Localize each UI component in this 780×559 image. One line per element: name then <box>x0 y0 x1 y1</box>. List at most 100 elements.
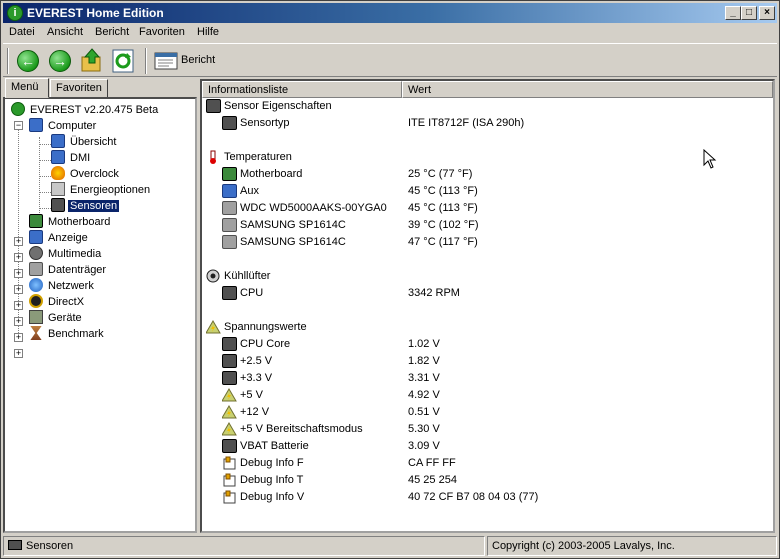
computer-expander[interactable]: − <box>14 121 23 130</box>
geraete-expander[interactable]: + <box>14 333 23 342</box>
menu-ansicht[interactable]: Ansicht <box>47 26 83 38</box>
forward-arrow-icon: → <box>49 50 71 72</box>
tree-item-multimedia[interactable]: Multimedia <box>29 246 103 262</box>
back-button[interactable]: ← <box>15 48 41 74</box>
title-bar[interactable]: i EVEREST Home Edition _ □ × <box>3 3 777 23</box>
list-item[interactable]: +5 V 4.92 V <box>202 387 773 404</box>
tree-item-uebersicht[interactable]: Übersicht <box>51 134 118 150</box>
navigation-tree[interactable]: EVEREST v2.20.475 Beta − Computer Übersi… <box>3 97 197 533</box>
devices-icon <box>29 310 43 324</box>
chip-icon <box>206 99 221 113</box>
copyright-text: Copyright (c) 2003-2005 Lavalys, Inc. <box>492 540 675 552</box>
sensor-chip-icon <box>51 198 65 212</box>
list-item[interactable]: CPU Core 1.02 V <box>202 336 773 353</box>
section-sensor-eigenschaften[interactable]: Sensor Eigenschaften <box>202 98 773 115</box>
debug-icon <box>223 490 236 504</box>
status-panel-left: Sensoren <box>3 536 485 556</box>
tree-item-geraete[interactable]: Geräte <box>29 310 84 326</box>
hard-disk-icon <box>222 235 237 249</box>
back-arrow-icon: ← <box>17 50 39 72</box>
up-folder-icon <box>81 48 101 72</box>
forward-button[interactable]: → <box>47 48 73 74</box>
list-item[interactable]: Sensortyp ITE IT8712F (ISA 290h) <box>202 115 773 132</box>
section-temperaturen[interactable]: Temperaturen <box>202 149 773 166</box>
list-item[interactable]: +3.3 V 3.31 V <box>202 370 773 387</box>
network-globe-icon <box>29 278 43 292</box>
close-button[interactable]: × <box>759 6 775 20</box>
up-button[interactable] <box>79 48 105 74</box>
netzwerk-expander[interactable]: + <box>14 301 23 310</box>
tree-item-benchmark[interactable]: Benchmark <box>29 326 106 342</box>
left-panel: Menü Favoriten EVEREST v2.20.475 Beta − … <box>3 78 197 533</box>
tree-item-netzwerk[interactable]: Netzwerk <box>29 278 96 294</box>
tree-item-datentraeger[interactable]: Datenträger <box>29 262 108 278</box>
tab-favoriten[interactable]: Favoriten <box>50 79 108 98</box>
toolbar-grip <box>7 48 9 74</box>
benchmark-expander[interactable]: + <box>14 349 23 358</box>
menu-bericht[interactable]: Bericht <box>95 26 129 38</box>
cpu-icon <box>222 354 237 368</box>
list-item[interactable]: Debug Info T 45 25 254 <box>202 472 773 489</box>
list-item[interactable]: SAMSUNG SP1614C 39 °C (102 °F) <box>202 217 773 234</box>
tree-item-anzeige[interactable]: Anzeige <box>29 230 90 246</box>
anzeige-expander[interactable]: + <box>14 253 23 262</box>
info-list[interactable]: Informationsliste Wert Sensor Eigenschaf… <box>200 79 775 533</box>
tree-item-overclock[interactable]: Overclock <box>51 166 121 182</box>
voltage-icon <box>222 405 237 419</box>
hard-disk-icon <box>222 201 237 215</box>
app-window: i EVEREST Home Edition _ □ × Datei Ansic… <box>0 0 780 559</box>
refresh-button[interactable] <box>110 48 136 74</box>
multimedia-expander[interactable]: + <box>14 269 23 278</box>
voltage-icon <box>206 320 221 334</box>
column-header-wert[interactable]: Wert <box>402 81 773 98</box>
report-button[interactable] <box>153 48 179 74</box>
hourglass-icon <box>30 326 42 340</box>
list-item[interactable]: WDC WD5000AAKS-00YGA0 45 °C (113 °F) <box>202 200 773 217</box>
window-title: EVEREST Home Edition <box>27 6 164 20</box>
tree-item-motherboard[interactable]: Motherboard <box>29 214 112 230</box>
everest-app-icon[interactable]: i <box>7 5 23 21</box>
tree-item-directx[interactable]: DirectX <box>29 294 86 310</box>
computer-icon <box>29 118 43 132</box>
minimize-button[interactable]: _ <box>725 6 741 20</box>
tree-item-energieoptionen[interactable]: Energieoptionen <box>51 182 152 198</box>
report-icon <box>154 52 178 70</box>
sensor-chip-icon <box>8 540 22 550</box>
list-item[interactable]: +2.5 V 1.82 V <box>202 353 773 370</box>
list-item[interactable]: +5 V Bereitschaftsmodus 5.30 V <box>202 421 773 438</box>
section-spannungswerte[interactable]: Spannungswerte <box>202 319 773 336</box>
menu-datei[interactable]: Datei <box>9 26 35 38</box>
column-header-informationsliste[interactable]: Informationsliste <box>202 81 402 98</box>
directx-expander[interactable]: + <box>14 317 23 326</box>
menu-hilfe[interactable]: Hilfe <box>197 26 219 38</box>
list-item[interactable]: SAMSUNG SP1614C 47 °C (117 °F) <box>202 234 773 251</box>
list-item[interactable]: Debug Info F CA FF FF <box>202 455 773 472</box>
list-item[interactable]: CPU 3342 RPM <box>202 285 773 302</box>
section-kuehlluefter[interactable]: Kühllüfter <box>202 268 773 285</box>
tree-item-dmi[interactable]: DMI <box>51 150 92 166</box>
list-item[interactable]: VBAT Batterie 3.09 V <box>202 438 773 455</box>
motherboard-expander[interactable]: + <box>14 237 23 246</box>
datentraeger-expander[interactable]: + <box>14 285 23 294</box>
cpu-icon <box>222 337 237 351</box>
fan-icon <box>206 269 220 283</box>
status-bar: Sensoren Copyright (c) 2003-2005 Lavalys… <box>3 536 777 556</box>
debug-icon <box>223 473 236 487</box>
storage-icon <box>29 262 43 276</box>
maximize-button[interactable]: □ <box>741 6 757 20</box>
list-item[interactable]: Motherboard 25 °C (77 °F) <box>202 166 773 183</box>
report-label[interactable]: Bericht <box>181 54 215 66</box>
motherboard-icon <box>29 214 43 228</box>
tree-item-sensoren[interactable]: Sensoren <box>51 198 120 214</box>
menu-favoriten[interactable]: Favoriten <box>139 26 185 38</box>
left-tabs: Menü Favoriten <box>3 78 197 98</box>
status-panel-right: Copyright (c) 2003-2005 Lavalys, Inc. <box>487 536 777 556</box>
list-item[interactable]: Debug Info V 40 72 CF B7 08 04 03 (77) <box>202 489 773 506</box>
list-item[interactable]: +12 V 0.51 V <box>202 404 773 421</box>
tree-root[interactable]: EVEREST v2.20.475 Beta <box>11 102 160 118</box>
voltage-icon <box>222 422 237 436</box>
list-item[interactable]: Aux 45 °C (113 °F) <box>202 183 773 200</box>
list-header: Informationsliste Wert <box>202 81 773 98</box>
tab-menu[interactable]: Menü <box>5 78 49 98</box>
tree-item-computer[interactable]: Computer <box>29 118 98 134</box>
